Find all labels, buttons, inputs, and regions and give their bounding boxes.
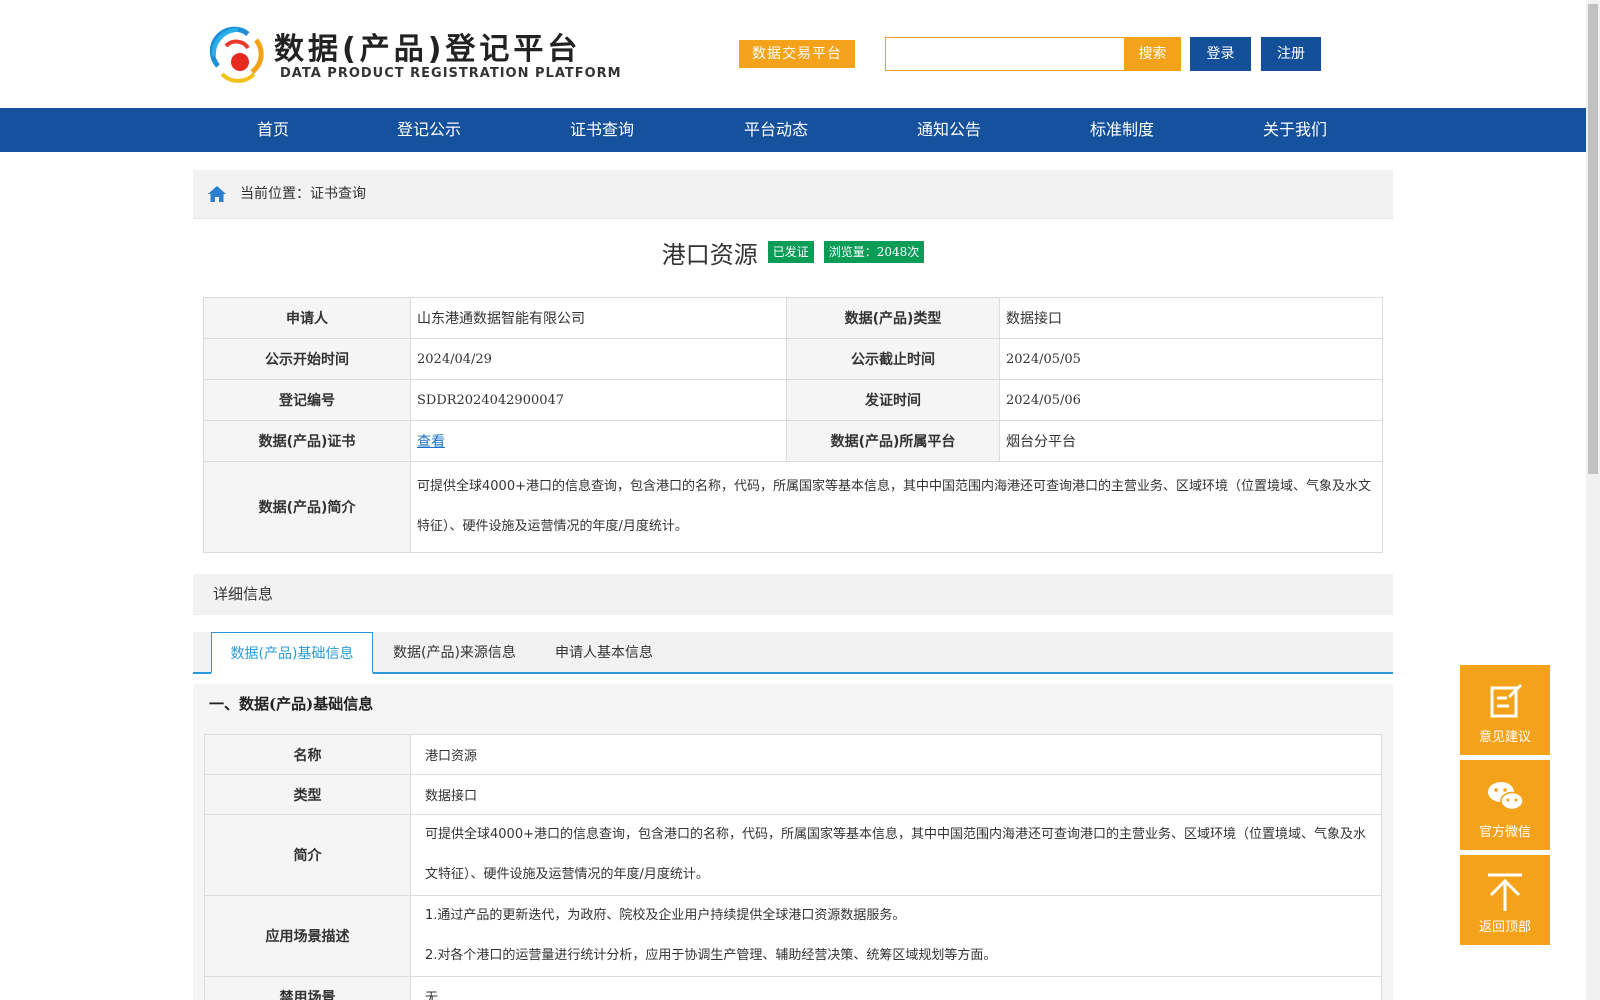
type-value: 数据接口: [999, 297, 1383, 339]
basic-info-table: 名称 港口资源 类型 数据接口 简介 可提供全球4000+港口的信息查询，包含港…: [204, 734, 1382, 1000]
scrollbar[interactable]: [1586, 0, 1600, 1000]
view-certificate-link[interactable]: 查看: [417, 434, 445, 450]
forbidden-label: 禁用场景: [204, 976, 411, 1000]
regno-value: SDDR2024042900047: [410, 379, 787, 421]
trade-platform-button[interactable]: 数据交易平台: [739, 40, 855, 68]
nav-standards[interactable]: 标准制度: [1090, 108, 1154, 152]
end-value: 2024/05/05: [999, 338, 1383, 380]
table-row: 数据(产品)简介 可提供全球4000+港口的信息查询，包含港口的名称，代码，所属…: [203, 461, 1383, 553]
basic-intro-text: 可提供全球4000+港口的信息查询，包含港口的名称，代码，所属国家等基本信息，其…: [425, 827, 1366, 882]
name-label: 名称: [204, 734, 411, 775]
status-badge: 已发证: [767, 241, 814, 263]
logo-icon: [209, 26, 264, 83]
table-row: 登记编号 SDDR2024042900047 发证时间 2024/05/06: [203, 379, 1383, 421]
nav-certificate-query[interactable]: 证书查询: [570, 108, 634, 152]
platform-value: 烟台分平台: [999, 420, 1383, 462]
wechat-label: 官方微信: [1478, 825, 1531, 840]
breadcrumb: 当前位置：证书查询: [193, 170, 1393, 219]
intro-text: 可提供全球4000+港口的信息查询，包含港口的名称，代码，所属国家等基本信息，其…: [417, 479, 1371, 534]
section-title: 一、数据(产品)基础信息: [209, 695, 374, 713]
forbidden-value: 无: [410, 976, 1382, 1000]
intro-label: 数据(产品)简介: [203, 461, 411, 553]
table-row: 数据(产品)证书 查看 数据(产品)所属平台 烟台分平台: [203, 420, 1383, 462]
end-label: 公示截止时间: [786, 338, 1000, 380]
regno-label: 登记编号: [203, 379, 411, 421]
basic-intro-value: 可提供全球4000+港口的信息查询，包含港口的名称，代码，所属国家等基本信息，其…: [410, 814, 1382, 896]
table-row: 应用场景描述 1.通过产品的更新迭代，为政府、院校及企业用户持续提供全球港口资源…: [204, 895, 1382, 977]
scenario-line-1: 1.通过产品的更新迭代，为政府、院校及企业用户持续提供全球港口资源数据服务。: [425, 908, 906, 923]
back-to-top-button[interactable]: 返回顶部: [1460, 855, 1550, 945]
applicant-value: 山东港通数据智能有限公司: [410, 297, 787, 339]
home-icon[interactable]: [207, 185, 227, 203]
table-row: 公示开始时间 2024/04/29 公示截止时间 2024/05/05: [203, 338, 1383, 380]
detail-tabs: 数据(产品)基础信息 数据(产品)来源信息 申请人基本信息: [193, 632, 1393, 674]
product-title-row: 港口资源 已发证 浏览量：2048次: [193, 232, 1393, 272]
table-row: 申请人 山东港通数据智能有限公司 数据(产品)类型 数据接口: [203, 297, 1383, 339]
issue-label: 发证时间: [786, 379, 1000, 421]
login-button[interactable]: 登录: [1190, 37, 1251, 71]
nav-platform-news[interactable]: 平台动态: [744, 108, 808, 152]
breadcrumb-text: 当前位置：证书查询: [240, 186, 366, 202]
wechat-button[interactable]: 官方微信: [1460, 760, 1550, 850]
table-row: 禁用场景 无: [204, 976, 1382, 1000]
detail-header: 详细信息: [193, 574, 1393, 615]
name-value: 港口资源: [410, 734, 1382, 775]
basic-type-value: 数据接口: [410, 774, 1382, 815]
page: 数据(产品)登记平台 DATA PRODUCT REGISTRATION PLA…: [0, 0, 1600, 1000]
basic-type-label: 类型: [204, 774, 411, 815]
nav-home[interactable]: 首页: [257, 108, 289, 152]
basic-intro-label: 简介: [204, 814, 411, 896]
product-title: 港口资源: [661, 240, 758, 269]
type-label: 数据(产品)类型: [786, 297, 1000, 339]
start-value: 2024/04/29: [410, 338, 787, 380]
table-row: 简介 可提供全球4000+港口的信息查询，包含港口的名称，代码，所属国家等基本信…: [204, 814, 1382, 896]
start-label: 公示开始时间: [203, 338, 411, 380]
table-row: 类型 数据接口: [204, 774, 1382, 815]
cert-value: 查看: [410, 420, 787, 462]
register-button[interactable]: 注册: [1261, 37, 1321, 71]
scenario-value: 1.通过产品的更新迭代，为政府、院校及企业用户持续提供全球港口资源数据服务。 2…: [410, 895, 1382, 977]
cert-label: 数据(产品)证书: [203, 420, 411, 462]
detail-header-label: 详细信息: [213, 585, 274, 603]
tab-source-info[interactable]: 数据(产品)来源信息: [393, 632, 516, 674]
views-badge: 浏览量：2048次: [823, 241, 925, 263]
logo[interactable]: 数据(产品)登记平台 DATA PRODUCT REGISTRATION PLA…: [208, 24, 628, 84]
wechat-icon: [1488, 782, 1524, 811]
scenario-label: 应用场景描述: [204, 895, 411, 977]
edit-icon: [1490, 683, 1523, 718]
feedback-label: 意见建议: [1478, 730, 1531, 745]
nav-about[interactable]: 关于我们: [1263, 108, 1327, 152]
issue-value: 2024/05/06: [999, 379, 1383, 421]
nav-notices[interactable]: 通知公告: [917, 108, 981, 152]
header: 数据(产品)登记平台 DATA PRODUCT REGISTRATION PLA…: [0, 0, 1586, 108]
feedback-button[interactable]: 意见建议: [1460, 665, 1550, 755]
platform-label: 数据(产品)所属平台: [786, 420, 1000, 462]
basic-info-section: 一、数据(产品)基础信息 名称 港口资源 类型 数据接口 简介 可提供全球400…: [193, 684, 1393, 1000]
applicant-label: 申请人: [203, 297, 411, 339]
logo-title-cn: 数据(产品)登记平台: [274, 32, 582, 67]
search-input[interactable]: [885, 37, 1125, 71]
search-button[interactable]: 搜索: [1124, 37, 1181, 71]
tab-basic-info[interactable]: 数据(产品)基础信息: [211, 632, 373, 674]
scenario-line-2: 2.对各个港口的运营量进行统计分析，应用于协调生产管理、辅助经营决策、统筹区域规…: [425, 948, 997, 963]
nav-registration-public[interactable]: 登记公示: [397, 108, 461, 152]
main-nav: 首页 登记公示 证书查询 平台动态 通知公告 标准制度 关于我们: [0, 108, 1586, 152]
tab-applicant-info[interactable]: 申请人基本信息: [555, 632, 653, 674]
scrollbar-thumb[interactable]: [1588, 4, 1598, 474]
table-row: 名称 港口资源: [204, 734, 1382, 775]
product-info-table: 申请人 山东港通数据智能有限公司 数据(产品)类型 数据接口 公示开始时间 20…: [203, 297, 1383, 553]
logo-title-en: DATA PRODUCT REGISTRATION PLATFORM: [280, 66, 622, 81]
arrow-up-icon: [1488, 873, 1522, 911]
intro-value: 可提供全球4000+港口的信息查询，包含港口的名称，代码，所属国家等基本信息，其…: [410, 461, 1383, 553]
back-to-top-label: 返回顶部: [1478, 920, 1531, 935]
